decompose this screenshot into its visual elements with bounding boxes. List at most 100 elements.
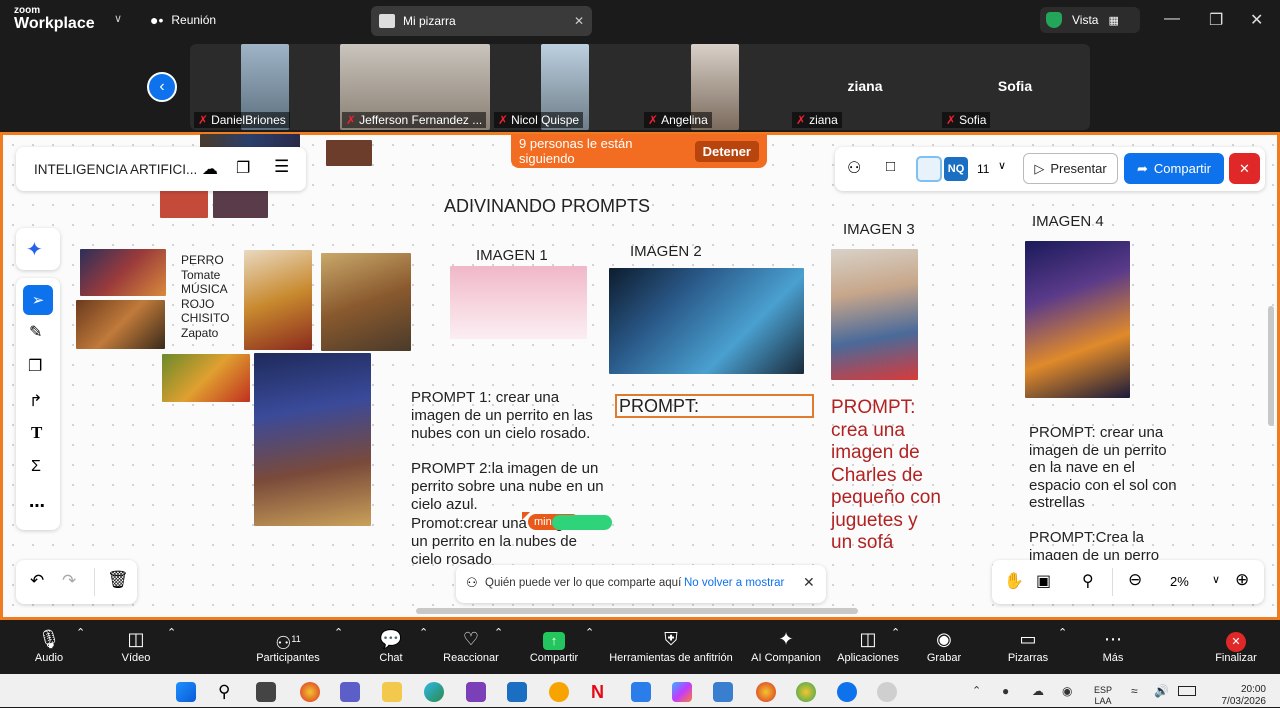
collaborators-icon[interactable]: ⚇ — [847, 158, 861, 178]
view-button[interactable]: Vista ▦ — [1040, 7, 1140, 33]
tray-chevron-icon[interactable]: ⌃ — [972, 684, 981, 697]
caret-up-icon[interactable]: ⌃ — [585, 626, 594, 639]
zoom-level[interactable]: 2% — [1170, 574, 1189, 589]
previous-page-button[interactable]: ‹ — [147, 72, 177, 102]
caret-up-icon[interactable]: ⌃ — [419, 626, 428, 639]
video-button[interactable]: ◫ Vídeo — [114, 626, 158, 664]
board-image[interactable] — [213, 188, 268, 218]
wifi-icon[interactable]: ≈ — [1131, 684, 1138, 698]
chevron-down-icon[interactable]: ∨ — [1212, 573, 1220, 586]
taskview-icon[interactable] — [256, 682, 276, 702]
clock[interactable]: 20:00 7/03/2026 — [1208, 684, 1267, 708]
prompt1-text[interactable]: PROMPT 1: crear una imagen de un perrito… — [411, 389, 609, 443]
trash-icon[interactable]: 🗑 — [107, 570, 129, 590]
close-icon[interactable]: ✕ — [803, 574, 815, 591]
windows-start-icon[interactable] — [176, 682, 196, 702]
select-tool-icon[interactable]: ➢ — [23, 285, 53, 315]
sparkle-icon[interactable]: ✦ — [26, 237, 43, 262]
board-image[interactable] — [321, 253, 411, 351]
board-image[interactable] — [609, 268, 804, 374]
pen-tool-icon[interactable]: ✎ — [29, 322, 42, 342]
caret-up-icon[interactable]: ⌃ — [891, 626, 900, 639]
horizontal-scrollbar[interactable] — [416, 608, 858, 614]
board-image[interactable] — [1025, 241, 1130, 398]
chat-button[interactable]: 💬 Chat — [370, 626, 412, 664]
minimize-icon[interactable]: — — [1164, 10, 1180, 28]
volume-icon[interactable]: 🔊 — [1154, 684, 1169, 698]
tray-app-icon[interactable]: ● — [1002, 684, 1009, 698]
chrome-profile-icon[interactable] — [796, 682, 816, 702]
board-image[interactable] — [254, 353, 371, 526]
host-tools-button[interactable]: ⛨ Herramientas de anfitrión — [604, 626, 738, 664]
cloud-save-icon[interactable]: ☁ — [202, 159, 218, 179]
chrome-profile-icon[interactable] — [756, 682, 776, 702]
board-image[interactable] — [450, 266, 587, 339]
menu-icon[interactable]: ☰ — [274, 157, 289, 177]
caret-up-icon[interactable]: ⌃ — [1058, 626, 1067, 639]
board-image[interactable] — [326, 140, 372, 166]
user-avatar[interactable]: NQ — [944, 157, 968, 181]
prompt3-text[interactable]: PROMPT: crea una imagen de Charles de pe… — [831, 397, 941, 555]
zoom-app-icon[interactable] — [837, 682, 857, 702]
cloud-icon[interactable]: ☁ — [1032, 684, 1044, 698]
redo-icon[interactable]: ↷ — [62, 571, 76, 591]
react-button[interactable]: ♡ Reaccionar — [440, 626, 502, 664]
copy-icon[interactable]: ❐ — [236, 158, 250, 178]
chevron-down-icon[interactable]: ∨ — [114, 12, 122, 25]
participant-tile[interactable]: Sofia ✗ Sofia — [940, 44, 1090, 130]
formula-tool-icon[interactable]: Σ — [31, 458, 41, 476]
restore-icon[interactable]: ❐ — [1209, 10, 1223, 30]
close-board-button[interactable]: ✕ — [1229, 153, 1260, 184]
teams-icon[interactable] — [340, 682, 360, 702]
chevron-down-icon[interactable]: ∨ — [998, 159, 1006, 172]
undo-icon[interactable]: ↶ — [30, 571, 44, 591]
audio-button[interactable]: 🎙 Audio — [27, 626, 71, 664]
shapes-tool-icon[interactable]: ❐ — [28, 356, 42, 376]
calendar-icon[interactable] — [713, 682, 733, 702]
netflix-icon[interactable]: N — [591, 682, 611, 702]
caret-up-icon[interactable]: ⌃ — [334, 626, 343, 639]
vertical-scrollbar[interactable] — [1268, 306, 1274, 426]
visual-studio-icon[interactable] — [466, 682, 486, 702]
battery-icon[interactable] — [1178, 686, 1196, 696]
participants-button[interactable]: ⚇11 Participantes — [250, 626, 326, 664]
connector-tool-icon[interactable]: ↱ — [29, 391, 42, 411]
fit-view-icon[interactable]: ▣ — [1036, 571, 1051, 591]
prompt2-text[interactable]: PROMPT 2:la imagen de un perrito sobre u… — [411, 460, 609, 514]
prompt-box[interactable]: PROMPT: — [615, 394, 814, 418]
caret-up-icon[interactable]: ⌃ — [76, 626, 85, 639]
participant-tile[interactable]: ✗ DanielBriones — [192, 44, 338, 130]
text-tool-icon[interactable]: T — [31, 423, 42, 443]
stop-following-button[interactable]: Detener — [694, 140, 759, 162]
board-image[interactable] — [80, 249, 166, 296]
store-icon[interactable] — [507, 682, 527, 702]
zoom-in-icon[interactable]: ⊕ — [1235, 570, 1249, 590]
board-image[interactable] — [831, 249, 918, 380]
todo-icon[interactable] — [631, 682, 651, 702]
zoom-out-icon[interactable]: ⊖ — [1128, 570, 1142, 590]
record-button[interactable]: ◉ Grabar — [922, 626, 966, 664]
board-image[interactable] — [162, 354, 250, 402]
close-icon[interactable]: ✕ — [574, 14, 584, 28]
present-button[interactable]: ▷ Presentar — [1023, 153, 1118, 184]
caret-up-icon[interactable]: ⌃ — [167, 626, 176, 639]
more-tools-icon[interactable]: ⋯ — [29, 496, 45, 516]
board-image[interactable] — [76, 300, 165, 349]
participant-tile[interactable]: ✗ Angelina — [642, 44, 788, 130]
share-notice-text[interactable]: Quién puede ver lo que comparte aquí — [485, 577, 681, 589]
chrome-icon[interactable] — [300, 682, 320, 702]
tray-app-icon[interactable]: ◉ — [1062, 684, 1072, 698]
whiteboards-button[interactable]: ▭ Pizarras — [1000, 626, 1056, 664]
caret-up-icon[interactable]: ⌃ — [494, 626, 503, 639]
participant-tile[interactable]: ziana ✗ ziana — [790, 44, 940, 130]
end-meeting-button[interactable]: ✕ Finalizar — [1210, 626, 1262, 664]
minimap-icon[interactable] — [916, 156, 942, 182]
map-pin-icon[interactable]: ⚲ — [1082, 571, 1094, 591]
ai-companion-button[interactable]: ✦ AI Companion — [746, 626, 826, 664]
participant-tile[interactable]: ✗ Nicol Quispe — [492, 44, 638, 130]
input-language[interactable]: ESP LAA — [1094, 685, 1112, 707]
comment-icon[interactable]: □ — [886, 158, 895, 175]
more-button[interactable]: ⋯ Más — [1093, 626, 1133, 664]
share-screen-button[interactable]: ↑ Compartir — [525, 626, 583, 664]
search-icon[interactable]: ⚲ — [218, 682, 238, 702]
